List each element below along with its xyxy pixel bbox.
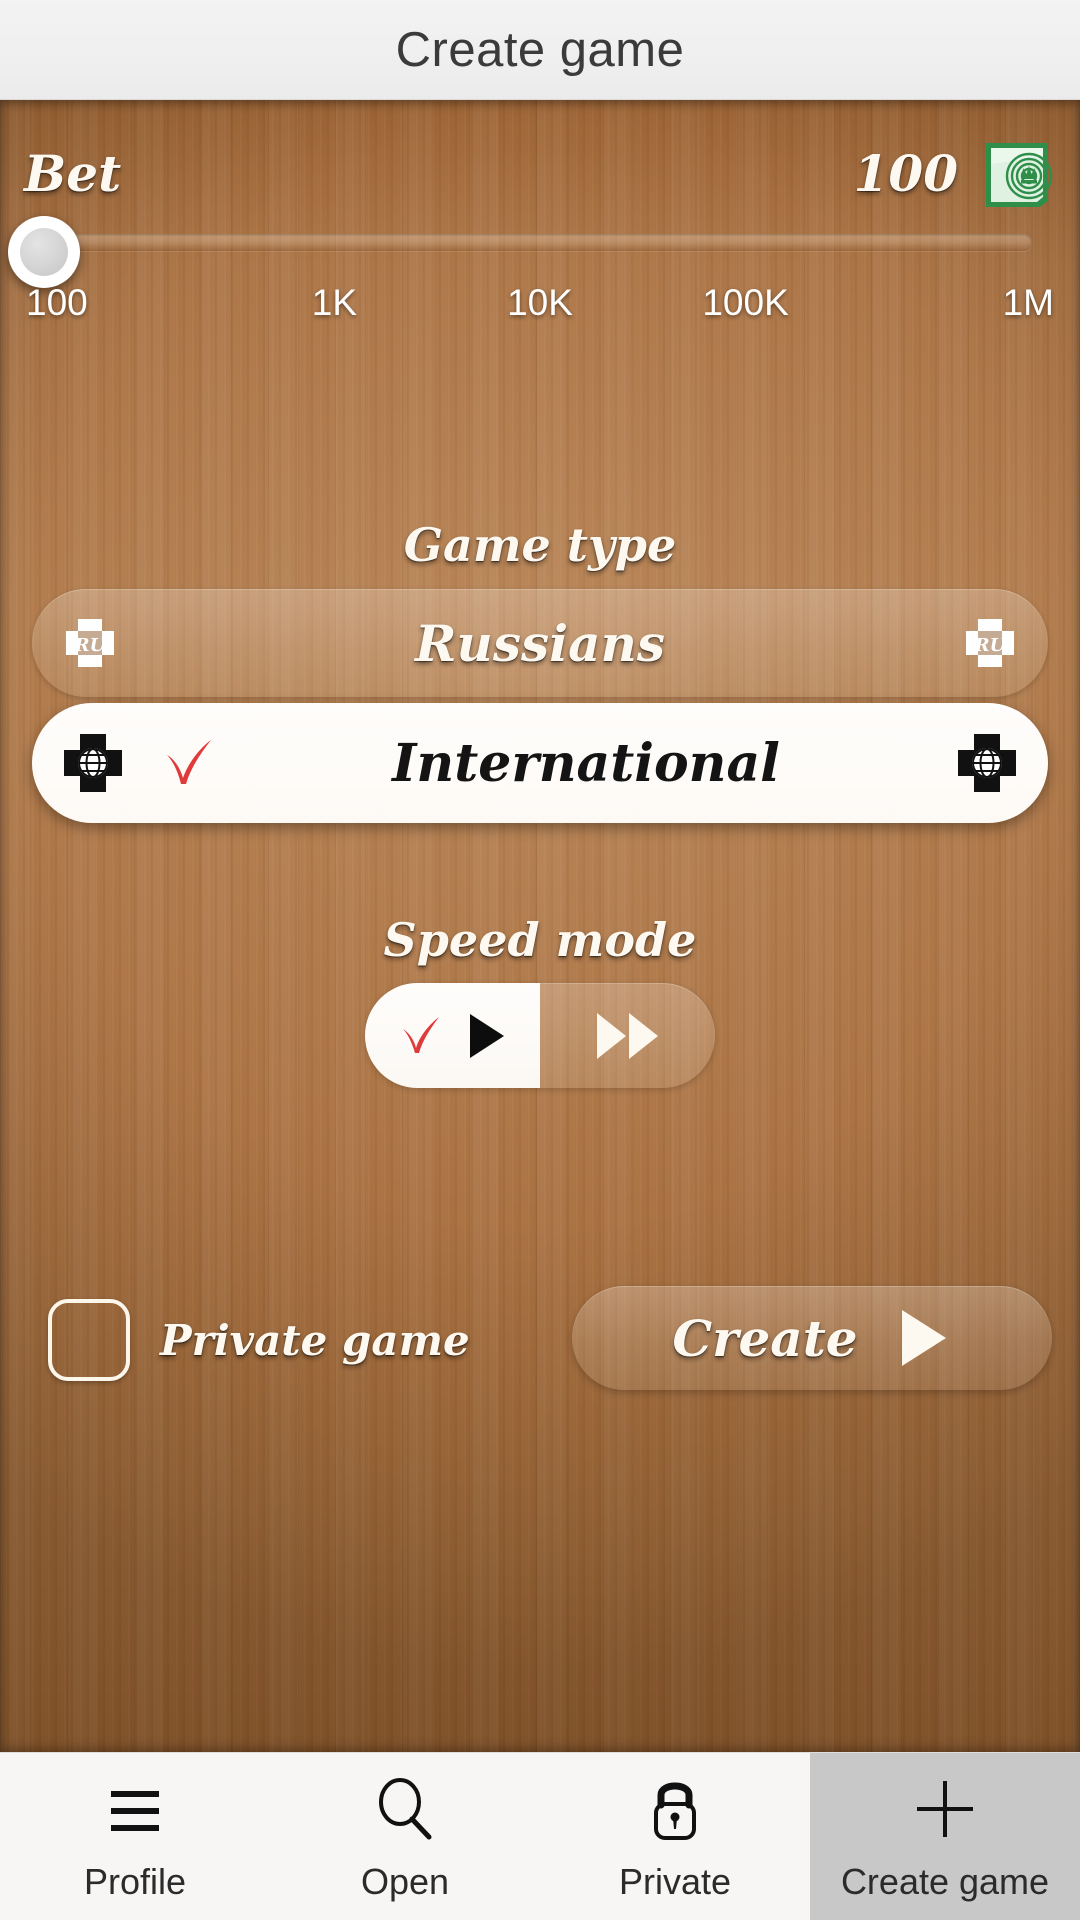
private-game-control[interactable]: Private game: [48, 1294, 470, 1386]
bet-row: Bet 100: [0, 128, 1080, 218]
speed-mode-option-fast[interactable]: [540, 983, 715, 1088]
game-type-label-russians: Russians: [414, 613, 666, 673]
globe-badge-icon-right: [954, 730, 1020, 796]
svg-text:RU: RU: [74, 635, 107, 656]
private-game-label: Private game: [160, 1315, 470, 1365]
nav-label-create-game: Create game: [840, 1860, 1050, 1902]
plus-icon: [907, 1771, 983, 1847]
slider-tick-0: 100: [26, 282, 88, 323]
hamburger-menu-icon: [97, 1771, 173, 1847]
private-game-checkbox[interactable]: [48, 1299, 130, 1381]
ru-flag-badge-icon: RU: [60, 613, 120, 673]
slider-tick-2: 10K: [507, 282, 573, 323]
nav-label-profile: Profile: [83, 1860, 187, 1902]
create-button-label: Create: [672, 1308, 858, 1368]
game-type-label-international: International: [392, 732, 780, 794]
nav-item-open[interactable]: Open: [270, 1753, 540, 1920]
banknote-icon: [980, 135, 1056, 211]
bet-value: 100: [853, 143, 958, 203]
fast-forward-icon: [593, 1010, 663, 1062]
nav-label-open: Open: [360, 1860, 450, 1902]
create-game-screen: Create game Bet 100 100 1K 10K 100K 1M G…: [0, 0, 1080, 1920]
bet-slider[interactable]: [0, 208, 1080, 288]
speed-mode-option-normal[interactable]: [365, 983, 540, 1088]
bet-slider-ticks: 100 1K 10K 100K 1M: [0, 282, 1080, 326]
speed-mode-heading: Speed mode: [383, 913, 697, 967]
slider-tick-4: 1M: [1002, 282, 1054, 323]
nav-item-profile[interactable]: Profile: [0, 1753, 270, 1920]
selected-checkmark-icon-speed: [398, 1013, 444, 1059]
search-icon: [367, 1771, 443, 1847]
game-type-option-russians[interactable]: RU Russians RU: [32, 589, 1048, 697]
nav-item-private[interactable]: Private: [540, 1753, 810, 1920]
nav-item-create-game[interactable]: Create game: [810, 1753, 1080, 1920]
app-header: Create game: [0, 0, 1080, 100]
create-button[interactable]: Create: [572, 1286, 1052, 1390]
lock-icon: [637, 1771, 713, 1847]
game-board-panel: Bet 100 100 1K 10K 100K 1M Game type RU …: [0, 100, 1080, 1752]
globe-badge-icon: [60, 730, 126, 796]
bet-label: Bet: [24, 143, 122, 203]
nav-label-private: Private: [618, 1860, 732, 1902]
slider-tick-3: 100K: [702, 282, 789, 323]
bet-slider-thumb[interactable]: [8, 216, 80, 288]
svg-text:RU: RU: [974, 635, 1007, 656]
play-triangle-icon-create: [892, 1306, 952, 1370]
selected-checkmark-icon: [160, 734, 218, 792]
game-type-heading: Game type: [403, 518, 677, 572]
game-type-option-international[interactable]: International: [32, 703, 1048, 823]
ru-flag-badge-icon-right: RU: [960, 613, 1020, 673]
play-triangle-icon: [462, 1011, 508, 1061]
bottom-navigation: Profile Open Private Create game: [0, 1752, 1080, 1920]
slider-tick-1: 1K: [311, 282, 358, 323]
bet-slider-track[interactable]: [46, 234, 1032, 251]
speed-mode-toggle: [365, 983, 715, 1088]
page-title: Create game: [395, 22, 685, 77]
